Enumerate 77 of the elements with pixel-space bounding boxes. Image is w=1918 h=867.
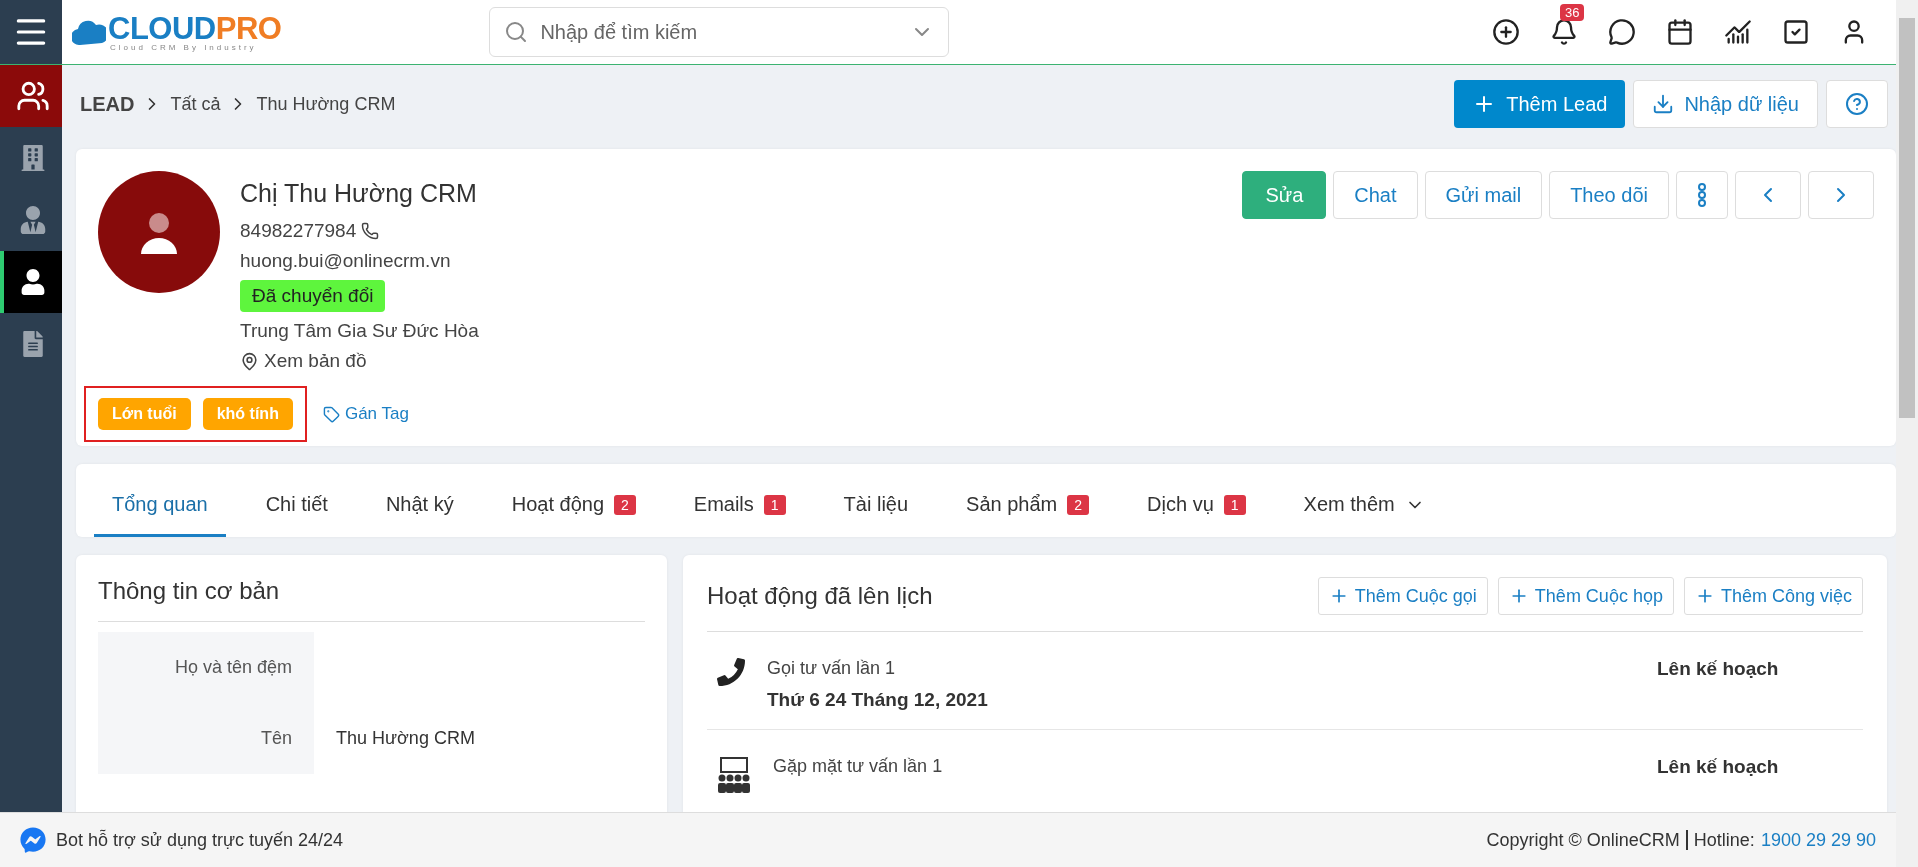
more-icon [1697,183,1707,207]
add-activity-button[interactable]: Thêm Cuộc gọi [1317,577,1488,615]
map-pin-icon [240,351,259,371]
tab[interactable]: Emails 1 [675,493,804,537]
scrollbar[interactable] [1896,0,1918,867]
import-button[interactable]: Nhập dữ liệu [1633,80,1818,128]
sidebar-item[interactable] [0,65,62,127]
panel-title: Hoạt động đã lên lịch [707,582,933,610]
tab[interactable]: Hoạt động 2 [493,493,654,537]
phone-icon[interactable] [361,222,380,240]
tag-icon [322,405,340,423]
calendar-button[interactable] [1666,18,1694,46]
activity-status: Lên kế hoạch [1657,756,1780,779]
breadcrumb-item: Thu Hường CRM [256,93,396,115]
bot-support-text: Bot hỗ trợ sử dụng trực tuyến 24/24 [56,829,344,851]
company-name: Trung Tâm Gia Sư Đức Hòa [240,320,479,342]
action-button[interactable]: Gửi mail [1424,171,1543,219]
action-button[interactable]: Theo dõi [1549,171,1669,219]
add-lead-button[interactable]: Thêm Lead [1454,80,1626,128]
activity-title[interactable]: Gặp mặt tư vấn lần 1 [773,756,1635,777]
tab-count: 2 [1067,494,1090,515]
user-icon [20,269,46,295]
activity-title[interactable]: Gọi tư vấn lần 1 [767,658,1635,679]
tab[interactable]: Tài liệu [825,493,927,537]
tab[interactable]: Nhật ký [367,493,472,537]
chat-bubble-icon[interactable] [20,827,46,853]
phone-icon [717,658,745,686]
search-field[interactable]: Nhập để tìm kiếm [489,7,950,57]
meeting-icon [717,756,751,796]
chart-button[interactable] [1724,18,1752,46]
field-value: Thu Hường CRM [335,727,476,750]
lead-name: Chị Thu Hường CRM [240,179,478,208]
map-link[interactable]: Xem bản đồ [240,350,479,372]
document-icon [20,331,46,357]
sidebar-item[interactable] [0,251,62,313]
email-address: huong.bui@onlinecrm.vn [240,250,452,272]
tag: Lớn tuổi [98,398,191,430]
menu-button[interactable] [0,0,62,64]
status-label: Đã chuyển đổi [240,280,386,312]
notification-button[interactable] [1550,18,1578,46]
logo[interactable]: CLOUDPRO Cloud CRM By Industry [72,12,282,52]
action-button[interactable]: Chat [1333,171,1418,219]
tab-count: 2 [614,494,636,515]
people-icon [16,79,50,113]
tab-count: 1 [1223,494,1246,515]
add-activity-button[interactable]: Thêm Cuộc họp [1497,577,1674,615]
breadcrumb-item[interactable]: Tất cả [170,93,221,115]
tab[interactable]: Xem thêm [1285,493,1443,537]
chat-button[interactable] [1608,18,1636,46]
more-button[interactable] [1676,171,1728,219]
tab[interactable]: Sản phẩm 2 [948,493,1108,537]
tab[interactable]: Chi tiết [247,493,346,537]
hotline-label: Hotline: [1693,829,1755,851]
copyright-text: Copyright © OnlineCRM [1486,829,1680,851]
breadcrumb-item[interactable]: LEAD [80,92,135,116]
task-button[interactable] [1782,18,1810,46]
field-label: Tên [98,703,314,774]
user-tie-icon [19,206,47,234]
panel-title: Thông tin cơ bản [98,577,280,605]
tab-count: 1 [763,494,786,515]
phone-number: 84982277984 [240,220,357,242]
hotline-link[interactable]: 1900 29 29 90 [1760,829,1876,851]
activity-status: Lên kế hoạch [1657,658,1780,681]
help-button[interactable] [1826,80,1888,128]
add-tag-link[interactable]: Gán Tag [322,404,409,424]
field-label: Họ và tên đệm [98,632,314,703]
download-icon [1652,93,1675,115]
notification-count: 36 [1560,4,1585,21]
activity-date: Thứ 6 24 Tháng 12, 2021 [767,689,989,711]
tag: khó tính [202,398,293,430]
add-activity-button[interactable]: Thêm Công việc [1683,577,1863,615]
tab[interactable]: Dịch vụ 1 [1129,493,1264,537]
help-icon [1845,92,1869,116]
building-icon [20,145,46,171]
search-icon [504,20,529,44]
tab[interactable]: Tổng quan [94,493,226,537]
add-button[interactable] [1492,18,1520,46]
